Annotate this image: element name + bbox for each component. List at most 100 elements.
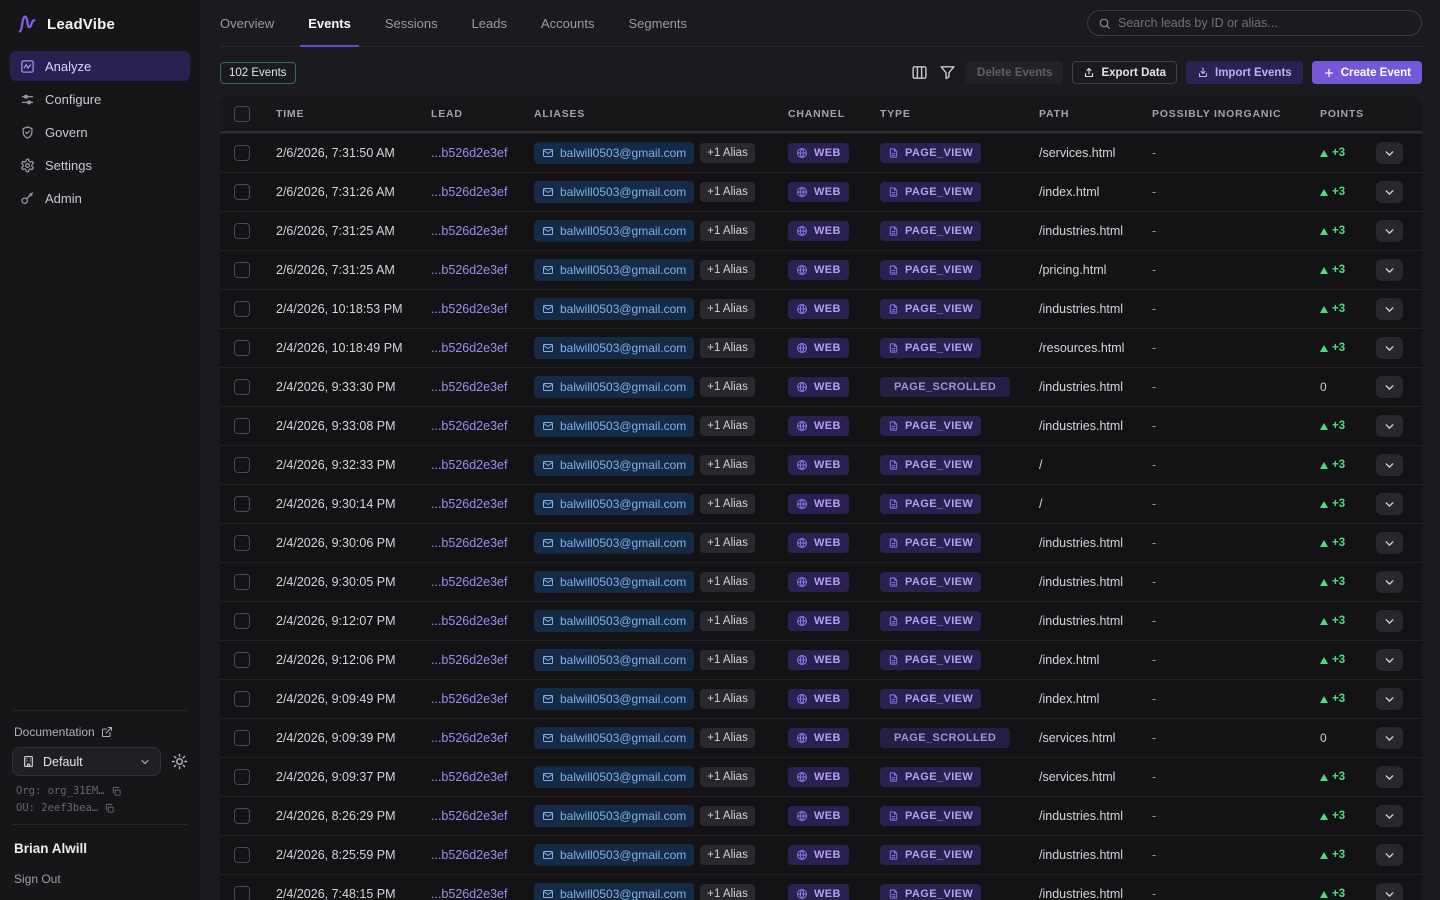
alias-more-badge[interactable]: +1 Alias <box>700 728 755 748</box>
alias-more-badge[interactable]: +1 Alias <box>700 338 755 358</box>
alias-more-badge[interactable]: +1 Alias <box>700 845 755 865</box>
search-input[interactable] <box>1118 16 1411 30</box>
sidebar-item-admin[interactable]: Admin <box>10 183 190 213</box>
row-checkbox[interactable] <box>234 379 250 395</box>
row-checkbox[interactable] <box>234 769 250 785</box>
delete-events-button[interactable]: Delete Events <box>966 61 1063 84</box>
alias-more-badge[interactable]: +1 Alias <box>700 650 755 670</box>
row-checkbox[interactable] <box>234 223 250 239</box>
expand-row-button[interactable] <box>1376 493 1403 515</box>
row-checkbox[interactable] <box>234 262 250 278</box>
row-checkbox[interactable] <box>234 691 250 707</box>
sidebar-item-configure[interactable]: Configure <box>10 84 190 114</box>
alias-more-badge[interactable]: +1 Alias <box>700 572 755 592</box>
expand-row-button[interactable] <box>1376 337 1403 359</box>
alias-more-badge[interactable]: +1 Alias <box>700 455 755 475</box>
row-checkbox[interactable] <box>234 613 250 629</box>
tab-accounts[interactable]: Accounts <box>541 0 594 46</box>
expand-row-button[interactable] <box>1376 532 1403 554</box>
lead-id-link[interactable]: ...b526d2e3ef <box>431 302 507 316</box>
alias-more-badge[interactable]: +1 Alias <box>700 377 755 397</box>
row-checkbox[interactable] <box>234 301 250 317</box>
workspace-selector[interactable]: Default <box>12 747 161 776</box>
filter-icon[interactable] <box>938 63 957 82</box>
lead-id-link[interactable]: ...b526d2e3ef <box>431 341 507 355</box>
expand-row-button[interactable] <box>1376 727 1403 749</box>
select-all-checkbox[interactable] <box>234 106 250 122</box>
row-checkbox[interactable] <box>234 184 250 200</box>
expand-row-button[interactable] <box>1376 883 1403 900</box>
sign-out-link[interactable]: Sign Out <box>12 856 188 886</box>
alias-more-badge[interactable]: +1 Alias <box>700 689 755 709</box>
create-event-button[interactable]: Create Event <box>1312 61 1422 84</box>
expand-row-button[interactable] <box>1376 454 1403 476</box>
lead-id-link[interactable]: ...b526d2e3ef <box>431 614 507 628</box>
lead-id-link[interactable]: ...b526d2e3ef <box>431 185 507 199</box>
lead-id-link[interactable]: ...b526d2e3ef <box>431 458 507 472</box>
expand-row-button[interactable] <box>1376 571 1403 593</box>
expand-row-button[interactable] <box>1376 142 1403 164</box>
lead-id-link[interactable]: ...b526d2e3ef <box>431 263 507 277</box>
expand-row-button[interactable] <box>1376 376 1403 398</box>
lead-id-link[interactable]: ...b526d2e3ef <box>431 809 507 823</box>
row-checkbox[interactable] <box>234 496 250 512</box>
tab-sessions[interactable]: Sessions <box>385 0 438 46</box>
lead-id-link[interactable]: ...b526d2e3ef <box>431 848 507 862</box>
alias-more-badge[interactable]: +1 Alias <box>700 299 755 319</box>
theme-toggle-sun-icon[interactable] <box>171 753 188 770</box>
row-checkbox[interactable] <box>234 145 250 161</box>
expand-row-button[interactable] <box>1376 259 1403 281</box>
tab-events[interactable]: Events <box>308 0 351 46</box>
tab-segments[interactable]: Segments <box>628 0 687 46</box>
expand-row-button[interactable] <box>1376 610 1403 632</box>
expand-row-button[interactable] <box>1376 805 1403 827</box>
tab-leads[interactable]: Leads <box>472 0 507 46</box>
documentation-link[interactable]: Documentation <box>12 721 188 747</box>
lead-id-link[interactable]: ...b526d2e3ef <box>431 731 507 745</box>
alias-more-badge[interactable]: +1 Alias <box>700 494 755 514</box>
copy-icon[interactable] <box>104 803 115 814</box>
lead-id-link[interactable]: ...b526d2e3ef <box>431 653 507 667</box>
alias-more-badge[interactable]: +1 Alias <box>700 143 755 163</box>
expand-row-button[interactable] <box>1376 181 1403 203</box>
alias-more-badge[interactable]: +1 Alias <box>700 182 755 202</box>
alias-more-badge[interactable]: +1 Alias <box>700 416 755 436</box>
row-checkbox[interactable] <box>234 418 250 434</box>
alias-more-badge[interactable]: +1 Alias <box>700 767 755 787</box>
lead-id-link[interactable]: ...b526d2e3ef <box>431 497 507 511</box>
expand-row-button[interactable] <box>1376 844 1403 866</box>
expand-row-button[interactable] <box>1376 298 1403 320</box>
sidebar-item-analyze[interactable]: Analyze <box>10 51 190 81</box>
row-checkbox[interactable] <box>234 340 250 356</box>
alias-more-badge[interactable]: +1 Alias <box>700 806 755 826</box>
lead-id-link[interactable]: ...b526d2e3ef <box>431 692 507 706</box>
alias-more-badge[interactable]: +1 Alias <box>700 221 755 241</box>
row-checkbox[interactable] <box>234 730 250 746</box>
sidebar-item-govern[interactable]: Govern <box>10 117 190 147</box>
expand-row-button[interactable] <box>1376 766 1403 788</box>
row-checkbox[interactable] <box>234 574 250 590</box>
expand-row-button[interactable] <box>1376 688 1403 710</box>
alias-more-badge[interactable]: +1 Alias <box>700 260 755 280</box>
sidebar-item-settings[interactable]: Settings <box>10 150 190 180</box>
alias-more-badge[interactable]: +1 Alias <box>700 884 755 900</box>
lead-id-link[interactable]: ...b526d2e3ef <box>431 146 507 160</box>
row-checkbox[interactable] <box>234 457 250 473</box>
export-data-button[interactable]: Export Data <box>1072 61 1177 84</box>
expand-row-button[interactable] <box>1376 220 1403 242</box>
lead-id-link[interactable]: ...b526d2e3ef <box>431 575 507 589</box>
import-events-button[interactable]: Import Events <box>1186 61 1303 84</box>
alias-more-badge[interactable]: +1 Alias <box>700 533 755 553</box>
row-checkbox[interactable] <box>234 847 250 863</box>
row-checkbox[interactable] <box>234 652 250 668</box>
tab-overview[interactable]: Overview <box>220 0 274 46</box>
copy-icon[interactable] <box>111 786 122 797</box>
columns-icon[interactable] <box>910 63 929 82</box>
row-checkbox[interactable] <box>234 808 250 824</box>
row-checkbox[interactable] <box>234 886 250 900</box>
lead-id-link[interactable]: ...b526d2e3ef <box>431 887 507 900</box>
lead-id-link[interactable]: ...b526d2e3ef <box>431 536 507 550</box>
expand-row-button[interactable] <box>1376 649 1403 671</box>
lead-id-link[interactable]: ...b526d2e3ef <box>431 770 507 784</box>
lead-id-link[interactable]: ...b526d2e3ef <box>431 224 507 238</box>
